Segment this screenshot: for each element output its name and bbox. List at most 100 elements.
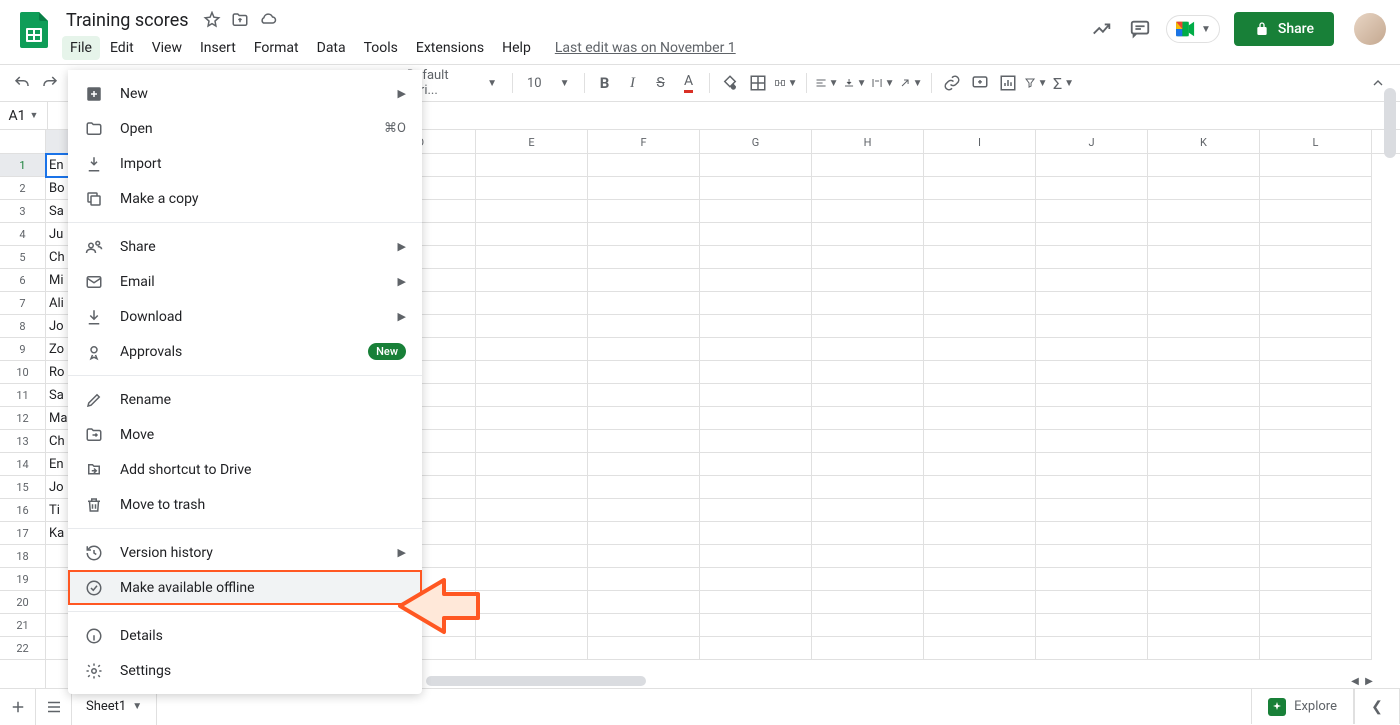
cell[interactable] [812, 499, 924, 522]
menu-edit[interactable]: Edit [102, 36, 142, 60]
cell[interactable] [924, 453, 1036, 476]
column-header[interactable]: L [1260, 130, 1372, 154]
cell[interactable] [1036, 568, 1148, 591]
cell[interactable] [924, 545, 1036, 568]
row-header[interactable]: 22 [0, 637, 45, 660]
all-sheets-icon[interactable] [36, 689, 72, 725]
cell[interactable] [588, 591, 700, 614]
menu-help[interactable]: Help [494, 36, 539, 60]
cell[interactable] [1148, 522, 1260, 545]
cell[interactable] [700, 200, 812, 223]
cell[interactable] [1148, 476, 1260, 499]
cell[interactable] [588, 384, 700, 407]
cell[interactable] [1260, 614, 1372, 637]
row-header[interactable]: 21 [0, 614, 45, 637]
cell[interactable] [1260, 499, 1372, 522]
cell[interactable] [588, 154, 700, 177]
row-header[interactable]: 11 [0, 384, 45, 407]
menu-item-rename[interactable]: Rename [68, 382, 422, 417]
cell[interactable] [1260, 361, 1372, 384]
cell[interactable] [1148, 384, 1260, 407]
menu-item-version-history[interactable]: Version history▶ [68, 535, 422, 570]
cell[interactable] [588, 522, 700, 545]
explore-button[interactable]: Explore [1251, 688, 1354, 724]
cell[interactable] [924, 223, 1036, 246]
row-header[interactable]: 1 [0, 154, 45, 177]
functions-icon[interactable]: Σ▼ [1052, 71, 1076, 95]
cell[interactable] [1148, 361, 1260, 384]
cell[interactable] [1260, 384, 1372, 407]
strikethrough-icon[interactable]: S [649, 71, 673, 95]
cell[interactable] [700, 453, 812, 476]
menu-item-open[interactable]: Open⌘O [68, 111, 422, 146]
menu-insert[interactable]: Insert [192, 36, 244, 60]
share-button[interactable]: Share [1234, 12, 1334, 46]
vertical-scrollbar[interactable] [1384, 88, 1396, 158]
cell[interactable] [588, 568, 700, 591]
cell[interactable] [812, 223, 924, 246]
cell[interactable] [1148, 545, 1260, 568]
cell[interactable] [1260, 568, 1372, 591]
cell[interactable] [1148, 453, 1260, 476]
menu-item-new[interactable]: New▶ [68, 76, 422, 111]
cell[interactable] [588, 177, 700, 200]
menu-item-import[interactable]: Import [68, 146, 422, 181]
meet-button[interactable]: ▼ [1166, 15, 1220, 43]
cell[interactable] [700, 361, 812, 384]
cell[interactable] [476, 637, 588, 660]
menu-extensions[interactable]: Extensions [408, 36, 492, 60]
cell[interactable] [1260, 223, 1372, 246]
row-header[interactable]: 9 [0, 338, 45, 361]
cell[interactable] [924, 637, 1036, 660]
last-edit-link[interactable]: Last edit was on November 1 [555, 40, 736, 56]
cell[interactable] [1260, 407, 1372, 430]
borders-icon[interactable] [746, 71, 770, 95]
v-align-icon[interactable]: ▼ [843, 71, 867, 95]
cell[interactable] [812, 315, 924, 338]
move-folder-icon[interactable] [231, 11, 249, 29]
cell[interactable] [700, 315, 812, 338]
cell[interactable] [476, 154, 588, 177]
doc-title[interactable]: Training scores [62, 8, 193, 33]
cell[interactable] [1260, 637, 1372, 660]
cell[interactable] [1036, 223, 1148, 246]
cell[interactable] [924, 292, 1036, 315]
cell[interactable] [588, 269, 700, 292]
cell[interactable] [1036, 614, 1148, 637]
cell[interactable] [812, 246, 924, 269]
cell[interactable] [924, 154, 1036, 177]
cell[interactable] [1036, 200, 1148, 223]
row-header[interactable]: 6 [0, 269, 45, 292]
cell[interactable] [1036, 637, 1148, 660]
menu-view[interactable]: View [144, 36, 190, 60]
menu-item-download[interactable]: Download▶ [68, 299, 422, 334]
menu-item-approvals[interactable]: ApprovalsNew [68, 334, 422, 369]
menu-item-add-shortcut-to-drive[interactable]: Add shortcut to Drive [68, 452, 422, 487]
cell[interactable] [476, 476, 588, 499]
cell[interactable] [812, 522, 924, 545]
cell[interactable] [812, 407, 924, 430]
cell[interactable] [924, 200, 1036, 223]
redo-icon[interactable] [38, 71, 62, 95]
text-color-icon[interactable]: A [677, 71, 701, 95]
side-panel-toggle-icon[interactable]: ❮ [1354, 688, 1400, 724]
cell[interactable] [476, 269, 588, 292]
cell[interactable] [812, 430, 924, 453]
cell[interactable] [924, 476, 1036, 499]
cell[interactable] [588, 453, 700, 476]
cell[interactable] [476, 246, 588, 269]
cell[interactable] [812, 361, 924, 384]
cell[interactable] [700, 568, 812, 591]
cell[interactable] [588, 338, 700, 361]
cell[interactable] [700, 292, 812, 315]
star-icon[interactable] [203, 11, 221, 29]
cell[interactable] [476, 361, 588, 384]
menu-file[interactable]: File [62, 36, 100, 60]
row-header[interactable]: 17 [0, 522, 45, 545]
column-header[interactable]: J [1036, 130, 1148, 154]
column-header[interactable]: I [924, 130, 1036, 154]
column-header[interactable]: H [812, 130, 924, 154]
cell[interactable] [924, 591, 1036, 614]
scroll-left-icon[interactable]: ◀ [1348, 674, 1362, 688]
cell[interactable] [1036, 269, 1148, 292]
